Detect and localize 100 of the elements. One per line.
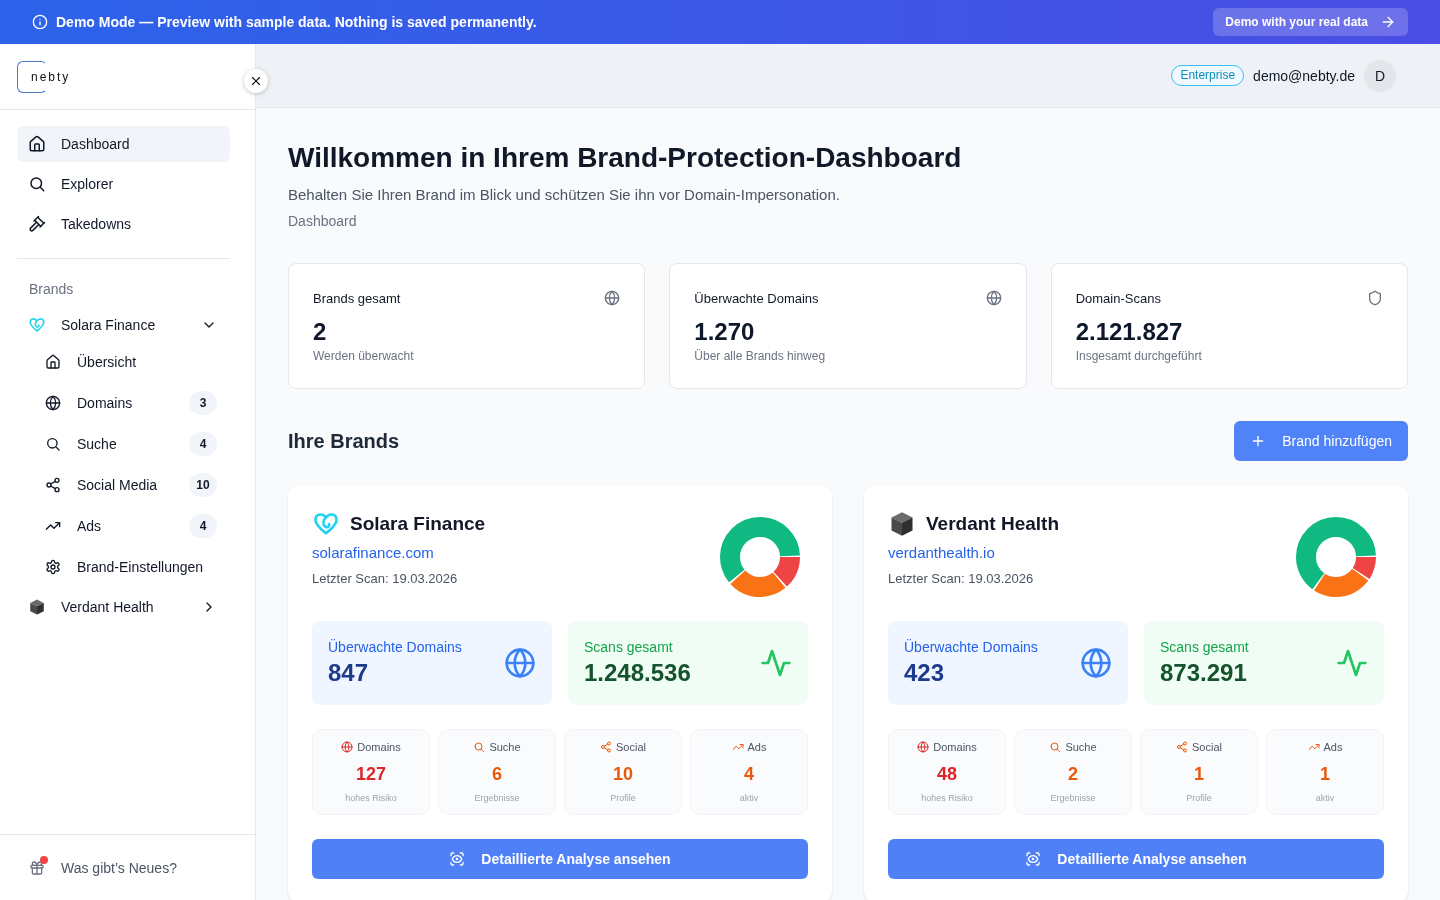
share-icon — [1176, 741, 1188, 753]
gear-icon — [45, 558, 61, 575]
metric-value: 2 — [1068, 763, 1078, 786]
brand-nav-item[interactable]: Verdant Health — [17, 589, 230, 625]
brand-subnav-item[interactable]: Domains 3 — [17, 384, 230, 421]
stat-note: Werden überwacht — [313, 348, 415, 364]
close-sidebar-button[interactable] — [244, 69, 268, 93]
metric-value: 10 — [613, 763, 633, 786]
metric-value: 1 — [1320, 763, 1330, 786]
brand-nav-item[interactable]: Solara Finance — [17, 307, 230, 343]
brand-name: Verdant Health — [926, 513, 1060, 535]
cube-icon — [28, 598, 46, 616]
logo[interactable]: nebty — [17, 60, 71, 93]
stat-value: 2 — [313, 317, 328, 347]
activity-icon — [1336, 647, 1368, 679]
stat-note: Über alle Brands hinweg — [694, 348, 827, 364]
breadcrumb: Dashboard — [288, 212, 358, 231]
gift-icon — [29, 859, 45, 876]
page-title: Willkommen in Ihrem Brand-Protection-Dashboard — [288, 141, 963, 175]
last-scan-text: Letzter Scan: 19.03.2026 — [888, 570, 1035, 588]
close-icon — [249, 74, 263, 88]
metric-value: 127 — [355, 763, 386, 786]
shield-icon — [1367, 290, 1383, 306]
metric-note: hohes Risiko — [921, 792, 973, 805]
share-icon — [45, 476, 61, 493]
trending-up-icon — [731, 741, 744, 753]
metric-label: Suche — [489, 741, 521, 753]
home-icon — [45, 353, 61, 370]
stat-label: Domain-Scans — [1075, 290, 1161, 306]
metric-value: 1 — [1194, 763, 1204, 786]
tile-value: 873.291 — [1160, 658, 1248, 688]
metric-label: Ads — [1323, 741, 1343, 753]
gavel-icon — [28, 215, 46, 233]
metric-value: 48 — [937, 763, 957, 786]
real-data-button[interactable]: Demo with your real data — [1213, 8, 1408, 36]
metric-note: Ergebnisse — [1050, 792, 1096, 805]
search-icon — [1049, 741, 1062, 753]
brand-subnav-item[interactable]: Suche 4 — [17, 425, 230, 462]
count-badge: 4 — [189, 513, 217, 538]
nav-item[interactable]: Explorer — [17, 166, 230, 202]
count-badge: 4 — [189, 431, 217, 456]
metric-label: Domains — [933, 741, 977, 753]
brand-subnav-item[interactable]: Social Media 10 — [17, 466, 230, 503]
trending-up-icon — [1307, 741, 1320, 753]
metric-note: aktiv — [1315, 792, 1335, 805]
metric-note: aktiv — [739, 792, 759, 805]
nav-item[interactable]: Takedowns — [17, 206, 230, 242]
metric-value: 6 — [492, 763, 502, 786]
analysis-button[interactable]: Detaillierte Analyse ansehen — [312, 839, 808, 879]
analysis-button[interactable]: Detaillierte Analyse ansehen — [888, 839, 1384, 879]
nav-item[interactable]: Dashboard — [17, 126, 230, 162]
brand-name: Solara Finance — [350, 513, 486, 535]
user-email: demo@nebty.de — [1253, 67, 1355, 84]
user-avatar[interactable]: D — [1364, 59, 1396, 92]
metric-label: Social — [1192, 741, 1222, 753]
metric-label: Domains — [357, 741, 401, 753]
brand-domain-link[interactable]: solarafinance.com — [312, 541, 486, 565]
globe-icon — [45, 394, 61, 411]
globe-icon — [985, 290, 1002, 306]
stat-value: 1.270 — [694, 317, 756, 347]
section-heading: Ihre Brands — [288, 429, 400, 453]
info-icon — [32, 14, 48, 30]
brand-domain-link[interactable]: verdanthealth.io — [888, 541, 1060, 565]
activity-icon — [760, 647, 792, 679]
swirl-logo-icon — [312, 510, 340, 538]
banner-title: Demo Mode — [56, 14, 136, 30]
whats-new-button[interactable]: Was gibt’s Neues? — [29, 859, 177, 876]
search-icon — [28, 175, 46, 193]
metric-note: Profile — [1186, 792, 1212, 805]
add-brand-button[interactable]: Brand hinzufügen — [1234, 421, 1408, 461]
tile-value: 847 — [328, 658, 370, 688]
scan-eye-icon — [1025, 851, 1042, 867]
home-icon — [28, 135, 46, 153]
scan-eye-icon — [449, 851, 466, 867]
count-badge: 3 — [189, 390, 217, 415]
metric-label: Social — [616, 741, 646, 753]
share-icon — [600, 741, 612, 753]
metric-note: hohes Risiko — [345, 792, 397, 805]
brand-subnav-item[interactable]: Ads 4 — [17, 507, 230, 544]
tile-label: Scans gesamt — [1160, 638, 1249, 657]
section-label: Brands — [28, 280, 75, 299]
globe-icon — [604, 290, 621, 306]
metric-note: Profile — [610, 792, 636, 805]
metric-value: 4 — [744, 763, 754, 786]
tile-label: Überwachte Domains — [328, 638, 462, 657]
tile-value: 1.248.536 — [584, 658, 691, 688]
metric-label: Suche — [1065, 741, 1097, 753]
search-icon — [473, 741, 486, 753]
tile-label: Überwachte Domains — [904, 638, 1038, 657]
count-badge: 10 — [189, 472, 217, 497]
brand-subnav-item[interactable]: Übersicht — [17, 343, 230, 380]
brand-subnav-item[interactable]: Brand-Einstellungen — [17, 548, 230, 585]
stat-label: Brands gesamt — [313, 290, 401, 306]
globe-icon — [504, 647, 536, 679]
stat-value: 2.121.827 — [1075, 317, 1184, 347]
metric-note: Ergebnisse — [474, 792, 520, 805]
stat-label: Überwachte Domains — [694, 290, 819, 306]
stat-note: Insgesamt durchgeführt — [1075, 348, 1203, 364]
globe-icon — [341, 741, 354, 753]
arrow-right-icon — [1380, 14, 1396, 30]
